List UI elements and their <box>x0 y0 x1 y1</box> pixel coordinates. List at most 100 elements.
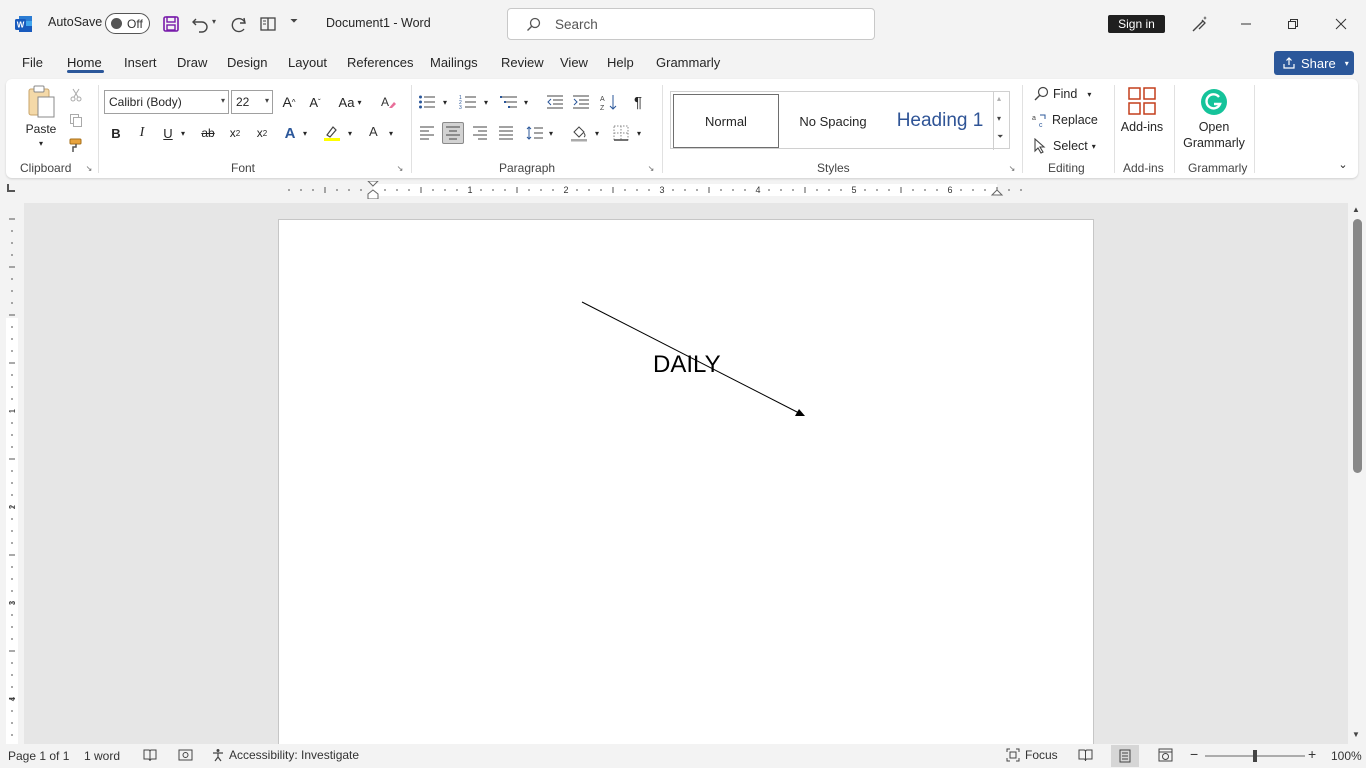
designer-button[interactable] <box>1188 12 1212 36</box>
autosave-toggle[interactable]: Off <box>105 13 150 34</box>
grammarly-label-line1[interactable]: Open <box>1178 119 1250 135</box>
document-page[interactable]: DAILY <box>278 219 1094 744</box>
scrollbar-thumb[interactable] <box>1353 219 1362 473</box>
borders-icon[interactable] <box>610 122 632 144</box>
align-right-icon[interactable] <box>469 122 491 144</box>
word-count[interactable]: 1 word <box>84 749 120 763</box>
italic-icon[interactable]: I <box>131 122 153 144</box>
undo-button[interactable] <box>188 12 212 36</box>
vertical-scrollbar[interactable]: ▲ ▼ <box>1348 203 1366 744</box>
scroll-up-icon[interactable]: ▴ <box>997 94 1001 103</box>
tab-view[interactable]: View <box>560 55 588 70</box>
tab-home[interactable]: Home <box>67 55 102 70</box>
save-button[interactable] <box>159 12 183 36</box>
web-layout-icon[interactable] <box>1158 748 1173 762</box>
grow-font-icon[interactable]: A ^ <box>278 91 300 113</box>
tab-insert[interactable]: Insert <box>124 55 157 70</box>
chevron-down-icon[interactable]: ▾ <box>440 97 450 107</box>
layout-button[interactable] <box>256 12 280 36</box>
tab-review[interactable]: Review <box>501 55 544 70</box>
paragraph-launcher-icon[interactable]: ↘ <box>646 163 656 173</box>
underline-icon[interactable]: U <box>157 122 179 144</box>
tab-design[interactable]: Design <box>227 55 267 70</box>
zoom-level[interactable]: 100% <box>1331 749 1362 763</box>
paste-dropdown-icon[interactable]: ▾ <box>34 137 48 149</box>
accessibility-button[interactable]: Accessibility: Investigate <box>211 748 359 762</box>
font-launcher-icon[interactable]: ↘ <box>395 163 405 173</box>
chevron-down-icon[interactable]: ▾ <box>345 128 355 138</box>
undo-dropdown-icon[interactable]: ▾ <box>212 17 216 26</box>
styles-launcher-icon[interactable]: ↘ <box>1007 163 1017 173</box>
line-spacing-icon[interactable] <box>524 122 546 144</box>
sort-icon[interactable]: AZ <box>598 91 620 113</box>
tab-references[interactable]: References <box>347 55 413 70</box>
superscript-icon[interactable]: x2 <box>251 122 273 144</box>
subscript-icon[interactable]: x2 <box>224 122 246 144</box>
bold-icon[interactable]: B <box>105 122 127 144</box>
highlight-icon[interactable] <box>321 122 343 144</box>
format-painter-icon[interactable] <box>65 134 87 156</box>
tab-selector-icon[interactable] <box>7 184 15 192</box>
change-case-button[interactable]: Aa ▾ <box>334 91 366 113</box>
font-color-icon[interactable]: A <box>363 122 385 144</box>
increase-indent-icon[interactable] <box>570 91 592 113</box>
show-formatting-icon[interactable]: ¶ <box>627 91 649 113</box>
customize-qat-icon[interactable]: ⏷ <box>290 16 298 27</box>
chevron-down-icon[interactable]: ▾ <box>481 97 491 107</box>
add-ins-icon[interactable] <box>1126 85 1158 117</box>
scroll-up-icon[interactable]: ▲ <box>1352 205 1360 214</box>
clipboard-launcher-icon[interactable]: ↘ <box>84 163 94 173</box>
arrow-shape[interactable] <box>279 220 1095 744</box>
find-button[interactable]: Find ▾ <box>1033 84 1099 104</box>
tab-mailings[interactable]: Mailings <box>430 55 478 70</box>
vertical-ruler[interactable]: 1 2 3 4 <box>4 208 20 744</box>
minimize-button[interactable] <box>1223 0 1269 48</box>
cut-icon[interactable] <box>65 84 87 106</box>
tab-file[interactable]: File <box>22 55 43 70</box>
chevron-down-icon[interactable]: ▾ <box>546 128 556 138</box>
paste-icon[interactable] <box>24 83 58 121</box>
numbering-icon[interactable]: 123 <box>457 91 479 113</box>
page-count[interactable]: Page 1 of 1 <box>8 749 69 763</box>
restore-button[interactable] <box>1270 0 1316 48</box>
horizontal-ruler[interactable]: 1 2 3 4 5 6 <box>24 181 1348 199</box>
document-canvas[interactable]: DAILY <box>24 203 1348 744</box>
add-ins-button[interactable]: Add-ins <box>1114 119 1170 135</box>
collapse-ribbon-icon[interactable]: ⌄ <box>1336 157 1350 171</box>
macro-record-icon[interactable] <box>178 748 193 762</box>
replace-button[interactable]: ac Replace <box>1032 110 1098 130</box>
grammarly-label-line2[interactable]: Grammarly <box>1178 135 1250 151</box>
select-button[interactable]: Select ▾ <box>1033 136 1099 156</box>
shrink-font-icon[interactable]: Aˇ <box>304 91 326 113</box>
font-name-select[interactable]: Calibri (Body) ▾ <box>104 90 229 114</box>
chevron-down-icon[interactable]: ▾ <box>178 128 188 138</box>
read-mode-icon[interactable] <box>1078 748 1093 762</box>
chevron-down-icon[interactable]: ▾ <box>634 128 644 138</box>
search-input[interactable]: Search <box>507 8 875 40</box>
decrease-indent-icon[interactable] <box>544 91 566 113</box>
align-left-icon[interactable] <box>416 122 438 144</box>
print-layout-icon[interactable] <box>1111 745 1139 767</box>
tab-draw[interactable]: Draw <box>177 55 207 70</box>
document-text[interactable]: DAILY <box>653 351 721 379</box>
focus-button[interactable]: Focus <box>1006 748 1058 762</box>
close-button[interactable] <box>1318 0 1364 48</box>
style-heading-1[interactable]: Heading 1 <box>887 94 993 148</box>
zoom-in-icon[interactable]: + <box>1308 746 1316 762</box>
sign-in-button[interactable]: Sign in <box>1108 15 1165 33</box>
multilevel-list-icon[interactable] <box>498 91 520 113</box>
clear-formatting-icon[interactable]: A <box>377 91 399 113</box>
tab-grammarly[interactable]: Grammarly <box>656 55 720 70</box>
tab-layout[interactable]: Layout <box>288 55 327 70</box>
style-normal[interactable]: Normal <box>673 94 779 148</box>
share-button[interactable]: Share ▾ <box>1274 51 1354 75</box>
zoom-out-icon[interactable]: − <box>1190 746 1198 762</box>
redo-button[interactable] <box>227 12 251 36</box>
proofing-icon[interactable] <box>143 748 157 762</box>
style-no-spacing[interactable]: No Spacing <box>781 94 885 148</box>
chevron-down-icon[interactable]: ▾ <box>300 128 310 138</box>
text-effects-icon[interactable]: A <box>279 122 301 144</box>
grammarly-icon[interactable] <box>1199 87 1229 117</box>
copy-icon[interactable] <box>65 109 87 131</box>
paste-button[interactable]: Paste <box>24 121 58 137</box>
